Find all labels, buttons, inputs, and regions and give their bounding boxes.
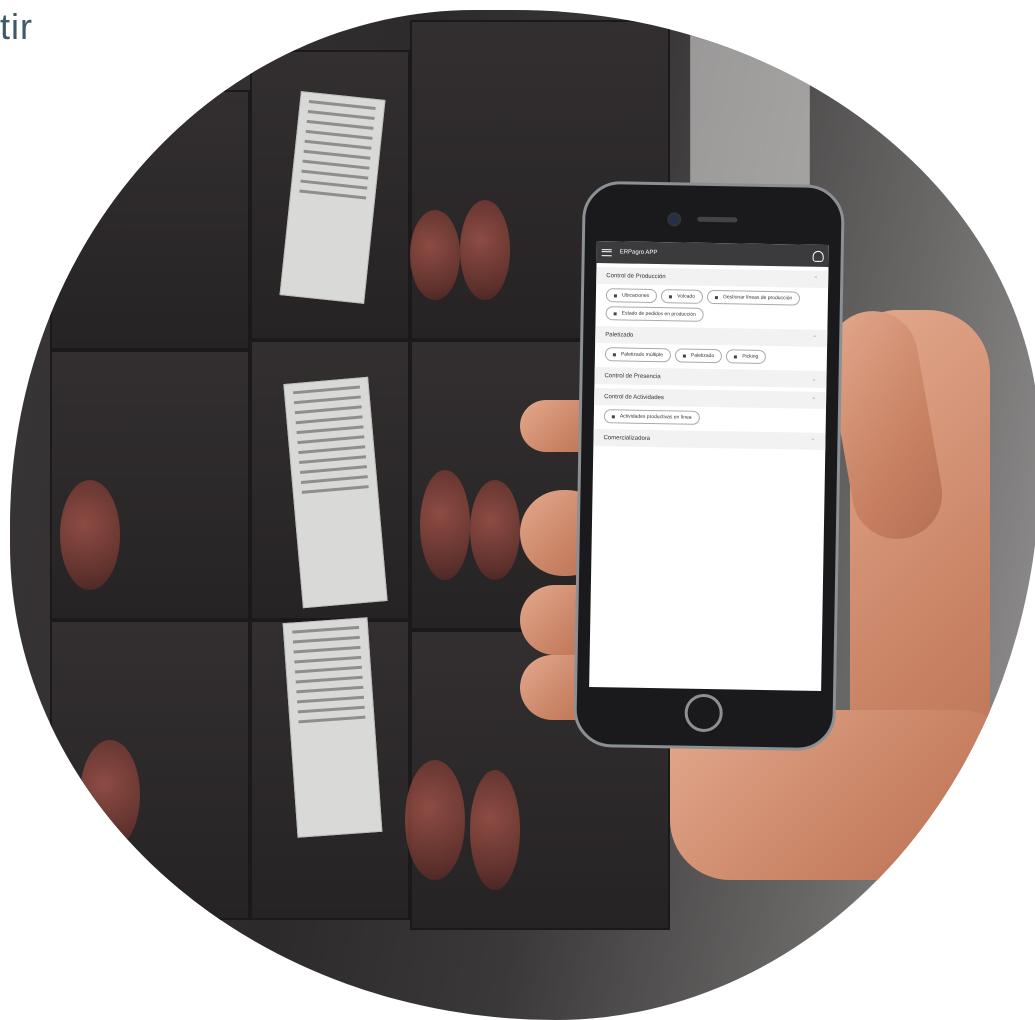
section-title: Control de Producción (606, 272, 666, 280)
square-icon (682, 354, 686, 358)
speaker-grille (697, 216, 738, 223)
app-bar: ERPagro APP (596, 241, 829, 268)
notifications-icon[interactable] (812, 250, 824, 262)
section-buttons: Ubicaciones Volcado Gestionar líneas de pr… (595, 284, 828, 326)
section-buttons: Actividades productivas en línea (594, 405, 826, 429)
menu-chip-label: Estado de pedidos en producción (621, 310, 696, 318)
chevron-up-icon[interactable]: ⌃ (811, 397, 816, 404)
menu-chip-button[interactable]: Picking (726, 349, 767, 364)
chevron-up-icon[interactable]: ⌃ (813, 276, 818, 283)
section-title: Comercializadora (603, 434, 651, 442)
menu-icon[interactable] (601, 248, 612, 256)
section-title: Paletizado (605, 331, 634, 339)
chevron-down-icon[interactable]: ⌄ (811, 376, 816, 383)
box-label (282, 617, 383, 838)
square-icon (613, 293, 617, 297)
square-icon (734, 354, 738, 358)
menu-chip-button[interactable]: Paletizado (674, 348, 723, 364)
menu-chip-label: Picking (742, 353, 759, 360)
phone-screen: ERPagro APP Control de Producción ⌃ Ubicac… (589, 241, 829, 691)
menu-chip-label: Paletizado múltiple (620, 351, 663, 359)
section-buttons: Paletizado múltiple Paletizado Picking (595, 343, 827, 367)
menu-chip-label: Volcado (677, 293, 696, 300)
square-icon (669, 294, 673, 298)
menu-chip-button[interactable]: Paletizado múltiple (604, 347, 672, 363)
menu-chip-button[interactable]: Actividades productivas en línea (603, 409, 700, 425)
smartphone: ERPagro APP Control de Producción ⌃ Ubicac… (573, 180, 845, 752)
menu-chip-label: Gestionar líneas de producción (722, 294, 793, 302)
square-icon (612, 352, 616, 356)
square-icon (613, 311, 617, 315)
home-button[interactable] (684, 693, 724, 733)
section-title: Control de Presencia (604, 372, 661, 380)
section-header[interactable]: Comercializadora ⌃ (593, 428, 826, 451)
box-label (690, 30, 810, 190)
app-title: ERPagro APP (619, 249, 658, 257)
menu-chip-button[interactable]: Gestionar líneas de producción (706, 289, 801, 306)
menu-chip-label: Paletizado (690, 352, 715, 360)
chevron-up-icon[interactable]: ⌃ (812, 335, 817, 342)
square-icon (611, 414, 615, 418)
section-header[interactable]: Control de Presencia ⌄ (594, 366, 827, 389)
menu-sections: Control de Producción ⌃ Ubicaciones Volcado… (593, 267, 829, 451)
menu-chip-label: Actividades productivas en línea (619, 413, 692, 421)
warehouse-photo (10, 10, 1035, 1020)
menu-chip-button[interactable]: Ubicaciones (605, 288, 658, 304)
square-icon (714, 295, 719, 299)
section-title: Control de Actividades (604, 393, 664, 401)
camera-icon (667, 212, 682, 227)
menu-chip-button[interactable]: Estado de pedidos en producción (605, 306, 704, 322)
menu-chip-label: Ubicaciones (621, 292, 650, 299)
chevron-up-icon[interactable]: ⌃ (810, 438, 815, 445)
menu-chip-button[interactable]: Volcado (661, 289, 704, 304)
